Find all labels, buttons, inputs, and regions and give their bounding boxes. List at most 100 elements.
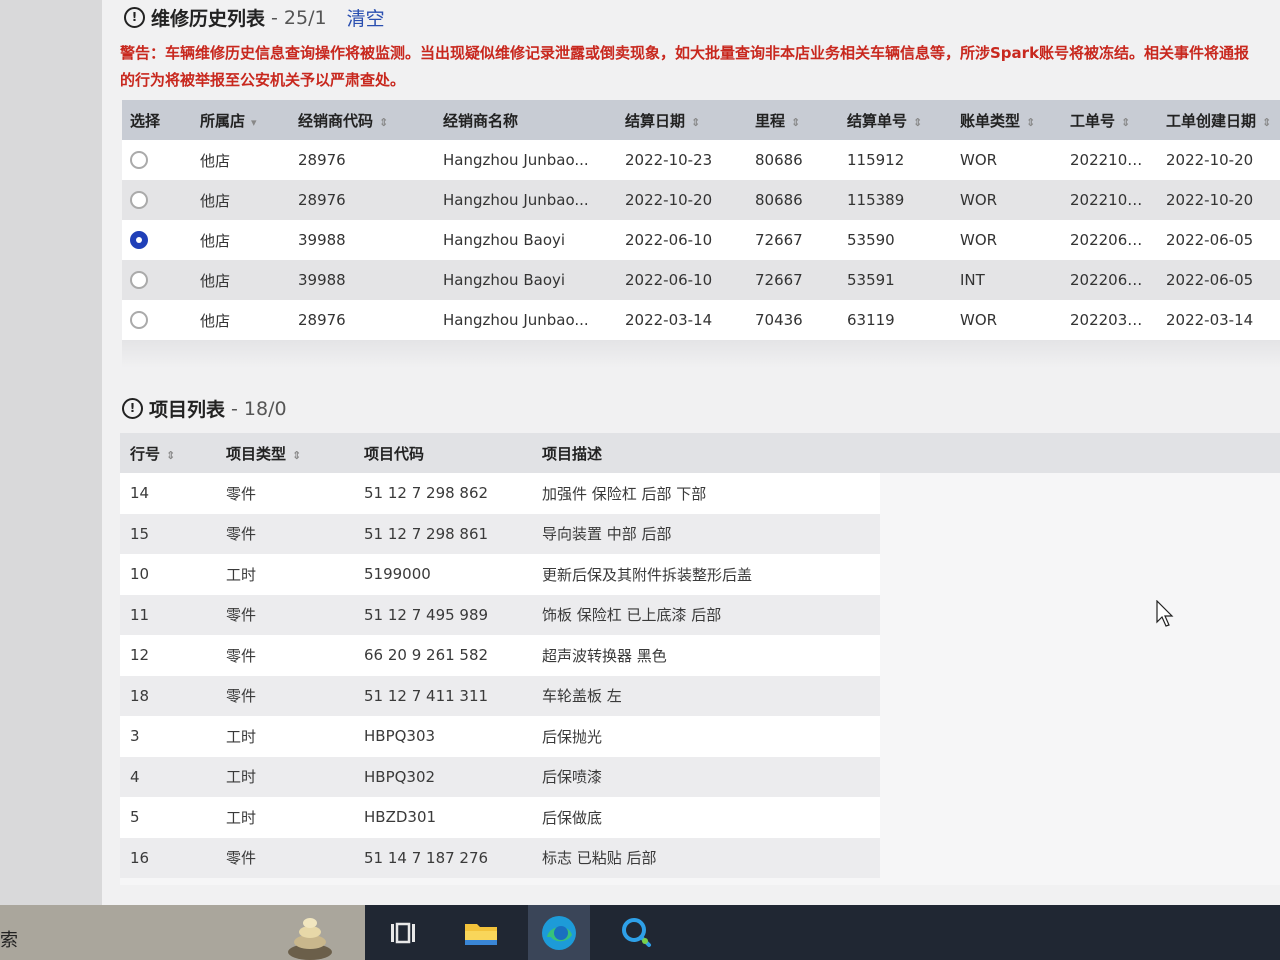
warning-line-2: 的行为将被举报至公安机关予以严肃查处。 <box>120 71 406 89</box>
history-col-header[interactable]: 经销商名称 <box>435 100 617 140</box>
item-cell-code: 51 12 7 298 862 <box>354 473 532 514</box>
history-cell-dealer-code: 39988 <box>290 260 435 300</box>
chevron-down-icon[interactable]: ▾ <box>251 116 257 129</box>
item-row[interactable]: 4 工时 HBPQ302 后保喷漆 <box>120 756 880 797</box>
select-cell[interactable] <box>122 300 192 340</box>
items-col-header[interactable]: 行号 ⇕ <box>120 433 216 473</box>
history-cell-dealer-name: Hangzhou Baoyi <box>435 260 617 300</box>
select-radio[interactable] <box>130 271 148 290</box>
monitor-screen: ! 维修历史列表 - 25/1 清空 警告：车辆维修历史信息查询操作将被监测。当… <box>0 0 1280 905</box>
item-cell-line: 18 <box>120 675 216 716</box>
history-cell-order-date: 2022-06-05 <box>1158 260 1280 300</box>
history-col-label: 所属店 <box>200 111 246 130</box>
history-col-header[interactable]: 工单号 ⇕ <box>1062 100 1158 140</box>
sort-icon[interactable]: ⇕ <box>292 449 301 462</box>
sort-icon[interactable]: ⇕ <box>1121 116 1130 129</box>
clear-link[interactable]: 清空 <box>347 4 385 31</box>
stones-widget-icon[interactable] <box>286 914 334 960</box>
file-explorer-button[interactable] <box>450 905 512 960</box>
file-explorer-icon <box>465 923 497 945</box>
item-row[interactable]: 16 零件 51 14 7 187 276 标志 已粘贴 后部 <box>120 837 880 878</box>
select-radio[interactable] <box>130 311 148 330</box>
history-cell-store: 他店 <box>192 220 290 260</box>
item-cell-code: HBPQ303 <box>354 716 532 757</box>
history-cell-dealer-name: Hangzhou Junbao... <box>435 140 617 180</box>
item-row[interactable]: 18 零件 51 12 7 411 311 车轮盖板 左 <box>120 675 880 716</box>
sort-icon[interactable]: ⇕ <box>1026 116 1035 129</box>
task-view-icon <box>391 922 415 943</box>
item-cell-line: 16 <box>120 837 216 878</box>
items-col-header[interactable]: 项目类型 ⇕ <box>216 433 354 473</box>
history-col-header[interactable]: 经销商代码 ⇕ <box>290 100 435 140</box>
item-row[interactable]: 12 零件 66 20 9 261 582 超声波转换器 黑色 <box>120 635 880 676</box>
history-row[interactable]: 他店 28976 Hangzhou Junbao... 2022-03-14 70436… <box>122 300 1280 340</box>
history-cell-bill-type: WOR <box>952 140 1062 180</box>
history-count: - 25/1 <box>271 6 327 29</box>
task-view-button[interactable] <box>372 905 434 960</box>
select-radio[interactable] <box>130 191 148 210</box>
item-cell-type: 零件 <box>216 594 354 635</box>
history-col-label: 里程 <box>755 111 786 130</box>
item-row[interactable]: 14 零件 51 12 7 298 862 加强件 保险杠 后部 下部 <box>120 473 880 514</box>
sort-icon[interactable]: ⇕ <box>913 116 922 129</box>
items-count: - 18/0 <box>231 397 287 420</box>
item-cell-desc: 加强件 保险杠 后部 下部 <box>532 473 880 514</box>
history-col-header[interactable]: 工单创建日期 ⇕ <box>1158 100 1280 140</box>
item-cell-type: 零件 <box>216 675 354 716</box>
history-col-header[interactable]: 里程 ⇕ <box>747 100 839 140</box>
history-title: 维修历史列表 <box>151 8 266 30</box>
item-cell-code: 66 20 9 261 582 <box>354 635 532 676</box>
items-section-title: ! 项目列表 - 18/0 <box>122 395 287 422</box>
history-cell-dealer-name: Hangzhou Baoyi <box>435 220 617 260</box>
history-cell-dealer-name: Hangzhou Junbao... <box>435 180 617 220</box>
history-col-header[interactable]: 结算日期 ⇕ <box>617 100 747 140</box>
item-cell-type: 零件 <box>216 513 354 554</box>
select-cell[interactable] <box>122 180 192 220</box>
history-cell-store: 他店 <box>192 140 290 180</box>
item-row[interactable]: 11 零件 51 12 7 495 989 饰板 保险杠 已上底漆 后部 <box>120 594 880 635</box>
history-col-header[interactable]: 结算单号 ⇕ <box>839 100 952 140</box>
select-cell[interactable] <box>122 140 192 180</box>
select-cell[interactable] <box>122 260 192 300</box>
info-icon: ! <box>122 398 143 419</box>
sort-icon[interactable]: ⇕ <box>691 116 700 129</box>
sort-icon[interactable]: ⇕ <box>1262 116 1271 129</box>
item-cell-code: HBZD301 <box>354 797 532 838</box>
select-radio[interactable] <box>130 151 148 170</box>
sort-icon[interactable]: ⇕ <box>166 449 175 462</box>
select-cell[interactable] <box>122 220 192 260</box>
item-row[interactable]: 15 零件 51 12 7 298 861 导向装置 中部 后部 <box>120 513 880 554</box>
history-col-header[interactable]: 账单类型 ⇕ <box>952 100 1062 140</box>
history-col-header[interactable]: 所属店 ▾ <box>192 100 290 140</box>
select-radio[interactable] <box>130 231 148 250</box>
history-cell-order-no: 2022031... <box>1062 300 1158 340</box>
items-col-header: 项目代码 <box>354 433 532 473</box>
history-row[interactable]: 他店 39988 Hangzhou Baoyi 2022-06-10 72667 5359… <box>122 260 1280 300</box>
item-cell-line: 14 <box>120 473 216 514</box>
history-row[interactable]: 他店 28976 Hangzhou Junbao... 2022-10-23 80686… <box>122 140 1280 180</box>
history-table: 选择 所属店 ▾ 经销商代码 ⇕ 经销商名称 结算日期 ⇕ 里程 ⇕ 结算单号 ⇕ 账单类型 ⇕ 工单号 ⇕ 工… <box>122 100 1280 340</box>
sort-icon[interactable]: ⇕ <box>379 116 388 129</box>
item-cell-type: 零件 <box>216 473 354 514</box>
history-cell-mileage: 72667 <box>747 260 839 300</box>
search-app-button[interactable] <box>605 905 667 960</box>
history-cell-order-date: 2022-10-20 <box>1158 140 1280 180</box>
sort-icon[interactable]: ⇕ <box>791 116 800 129</box>
history-cell-bill-type: WOR <box>952 180 1062 220</box>
history-row[interactable]: 他店 39988 Hangzhou Baoyi 2022-06-10 72667 5359… <box>122 220 1280 260</box>
history-cell-store: 他店 <box>192 180 290 220</box>
item-row[interactable]: 3 工时 HBPQ303 后保抛光 <box>120 716 880 757</box>
history-cell-store: 他店 <box>192 260 290 300</box>
history-cell-bill-type: INT <box>952 260 1062 300</box>
edge-browser-button[interactable] <box>528 905 590 960</box>
item-row[interactable]: 10 工时 5199000 更新后保及其附件拆装整形后盖 <box>120 554 880 595</box>
item-cell-line: 12 <box>120 635 216 676</box>
item-row[interactable]: 5 工时 HBZD301 后保做底 <box>120 797 880 838</box>
history-cell-settle-date: 2022-10-20 <box>617 180 747 220</box>
history-cell-settle-date: 2022-10-23 <box>617 140 747 180</box>
history-section-title: ! 维修历史列表 - 25/1 清空 <box>124 4 385 31</box>
history-col-header: 选择 <box>122 100 192 140</box>
items-col-label: 项目代码 <box>364 444 425 463</box>
item-cell-desc: 标志 已粘贴 后部 <box>532 837 880 878</box>
history-row[interactable]: 他店 28976 Hangzhou Junbao... 2022-10-20 80686… <box>122 180 1280 220</box>
